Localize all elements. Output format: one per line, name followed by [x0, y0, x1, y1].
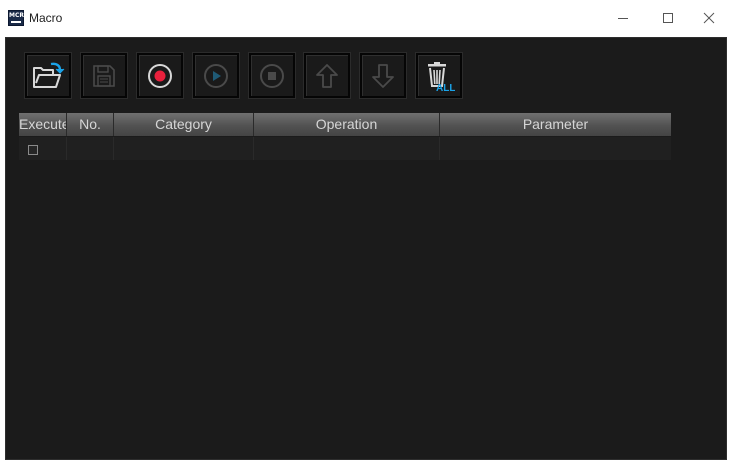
save-button[interactable]	[81, 53, 127, 98]
grid-header: Execute No. Category Operation Parameter	[19, 113, 671, 136]
maximize-icon	[663, 13, 673, 23]
arrow-down-icon	[372, 63, 394, 88]
record-button[interactable]	[137, 53, 183, 98]
operation-cell	[254, 137, 440, 160]
execute-checkbox[interactable]	[28, 145, 38, 155]
column-header-category[interactable]: Category	[114, 113, 254, 136]
execute-cell	[19, 137, 67, 160]
record-icon	[148, 63, 172, 88]
delete-all-badge: ALL	[436, 83, 455, 92]
arrow-up-icon	[316, 63, 338, 88]
stop-icon	[260, 63, 284, 88]
open-button[interactable]	[25, 53, 71, 98]
close-icon	[703, 12, 715, 24]
close-button[interactable]	[686, 0, 731, 36]
move-up-button[interactable]	[304, 53, 350, 98]
delete-all-button[interactable]: ALL	[416, 53, 462, 98]
maximize-button[interactable]	[645, 0, 691, 36]
table-row[interactable]	[19, 137, 671, 160]
move-down-button[interactable]	[360, 53, 406, 98]
stop-button[interactable]	[249, 53, 295, 98]
column-header-no[interactable]: No.	[67, 113, 114, 136]
macro-panel: ALL Execute No. Category Operation Param…	[5, 37, 727, 460]
trash-all-icon: ALL	[428, 61, 455, 92]
window-title: Macro	[29, 11, 63, 25]
folder-open-icon	[33, 62, 65, 88]
title-bar: MCR Macro	[0, 0, 731, 37]
column-header-parameter[interactable]: Parameter	[440, 113, 671, 136]
no-cell	[67, 137, 114, 160]
column-header-execute[interactable]: Execute	[19, 113, 67, 136]
app-icon-label: MCR	[9, 12, 24, 19]
column-header-operation[interactable]: Operation	[254, 113, 440, 136]
app-icon: MCR	[8, 10, 24, 26]
floppy-disk-icon	[93, 64, 115, 87]
play-icon	[204, 63, 228, 88]
parameter-cell	[440, 137, 671, 160]
minimize-icon	[618, 18, 628, 19]
category-cell	[114, 137, 254, 160]
minimize-button[interactable]	[600, 0, 646, 36]
play-button[interactable]	[193, 53, 239, 98]
